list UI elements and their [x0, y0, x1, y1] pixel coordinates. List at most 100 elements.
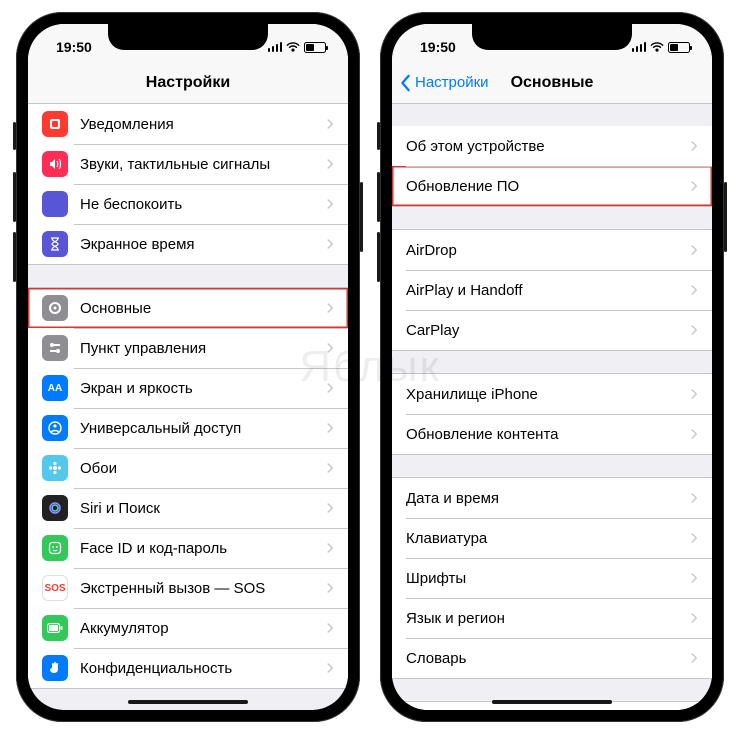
row-battery[interactable]: Аккумулятор — [28, 608, 348, 648]
battery-icon — [304, 42, 326, 53]
home-indicator[interactable] — [492, 700, 612, 704]
wifi-icon — [650, 40, 664, 54]
chevron-right-icon — [690, 572, 698, 584]
chevron-right-icon — [326, 542, 334, 554]
wifi-icon — [286, 40, 300, 54]
row-label: Конфиденциальность — [80, 660, 326, 677]
row-airplay[interactable]: AirPlay и Handoff — [392, 270, 712, 310]
row-faceid[interactable]: Face ID и код-пароль — [28, 528, 348, 568]
status-time: 19:50 — [56, 39, 92, 55]
back-button[interactable]: Настройки — [400, 74, 489, 92]
chevron-right-icon — [690, 140, 698, 152]
row-label: Обои — [80, 460, 326, 477]
row-label: Клавиатура — [406, 530, 690, 547]
row-storage[interactable]: Хранилище iPhone — [392, 374, 712, 414]
chevron-right-icon — [326, 382, 334, 394]
battery-icon — [668, 42, 690, 53]
row-label: AirPlay и Handoff — [406, 282, 690, 299]
row-label: Экран и яркость — [80, 380, 326, 397]
row-wallpaper[interactable]: Обои — [28, 448, 348, 488]
siri-icon — [42, 495, 68, 521]
phone-left: 19:50 Настройки Уведомления Звуки, тактил… — [16, 12, 360, 722]
phone-right: 19:50 Настройки Основные Об этом устройс… — [380, 12, 724, 722]
row-sounds[interactable]: Звуки, тактильные сигналы — [28, 144, 348, 184]
chevron-left-icon — [400, 74, 412, 92]
home-indicator[interactable] — [128, 700, 248, 704]
status-time: 19:50 — [420, 39, 456, 55]
chevron-right-icon — [690, 244, 698, 256]
row-label: Face ID и код-пароль — [80, 540, 326, 557]
row-dictionary[interactable]: Словарь — [392, 638, 712, 678]
row-label: Шрифты — [406, 570, 690, 587]
row-fonts[interactable]: Шрифты — [392, 558, 712, 598]
general-list[interactable]: Об этом устройстве Обновление ПО AirDrop Ai… — [392, 104, 712, 710]
chevron-right-icon — [326, 422, 334, 434]
row-carplay[interactable]: CarPlay — [392, 310, 712, 350]
row-privacy[interactable]: Конфиденциальность — [28, 648, 348, 688]
chevron-right-icon — [326, 238, 334, 250]
sounds-icon — [42, 151, 68, 177]
settings-list[interactable]: Уведомления Звуки, тактильные сигналы Не б… — [28, 104, 348, 710]
back-label: Настройки — [415, 74, 489, 91]
navbar: Настройки Основные — [392, 62, 712, 104]
page-title: Основные — [511, 74, 594, 92]
row-software-update[interactable]: Обновление ПО — [392, 166, 712, 206]
chevron-right-icon — [326, 342, 334, 354]
chevron-right-icon — [326, 502, 334, 514]
row-language[interactable]: Язык и регион — [392, 598, 712, 638]
row-dnd[interactable]: Не беспокоить — [28, 184, 348, 224]
chevron-right-icon — [690, 428, 698, 440]
chevron-right-icon — [326, 158, 334, 170]
display-icon: AA — [42, 375, 68, 401]
row-general[interactable]: Основные — [28, 288, 348, 328]
chevron-right-icon — [326, 302, 334, 314]
row-label: AirDrop — [406, 242, 690, 259]
row-screentime[interactable]: Экранное время — [28, 224, 348, 264]
row-notifications[interactable]: Уведомления — [28, 104, 348, 144]
page-title: Настройки — [146, 74, 230, 92]
notch — [472, 24, 632, 50]
row-label: Об этом устройстве — [406, 138, 690, 155]
row-label: Звуки, тактильные сигналы — [80, 156, 326, 173]
cellular-icon — [268, 42, 283, 52]
row-label: Дата и время — [406, 490, 690, 507]
row-label: Аккумулятор — [80, 620, 326, 637]
wallpaper-icon — [42, 455, 68, 481]
row-label: Уведомления — [80, 116, 326, 133]
row-label: Экстренный вызов — SOS — [80, 580, 326, 597]
row-background-refresh[interactable]: Обновление контента — [392, 414, 712, 454]
chevron-right-icon — [690, 612, 698, 624]
chevron-right-icon — [326, 622, 334, 634]
row-datetime[interactable]: Дата и время — [392, 478, 712, 518]
general-icon — [42, 295, 68, 321]
row-keyboard[interactable]: Клавиатура — [392, 518, 712, 558]
row-control-center[interactable]: Пункт управления — [28, 328, 348, 368]
chevron-right-icon — [326, 582, 334, 594]
row-label: Словарь — [406, 650, 690, 667]
row-label: Универсальный доступ — [80, 420, 326, 437]
chevron-right-icon — [690, 180, 698, 192]
chevron-right-icon — [326, 662, 334, 674]
row-label: Экранное время — [80, 236, 326, 253]
screentime-icon — [42, 231, 68, 257]
row-label: Обновление ПО — [406, 178, 690, 195]
cellular-icon — [632, 42, 647, 52]
chevron-right-icon — [690, 284, 698, 296]
row-label: Не беспокоить — [80, 196, 326, 213]
row-about[interactable]: Об этом устройстве — [392, 126, 712, 166]
row-siri[interactable]: Siri и Поиск — [28, 488, 348, 528]
chevron-right-icon — [326, 118, 334, 130]
chevron-right-icon — [690, 652, 698, 664]
row-label: Пункт управления — [80, 340, 326, 357]
chevron-right-icon — [326, 462, 334, 474]
row-airdrop[interactable]: AirDrop — [392, 230, 712, 270]
faceid-icon — [42, 535, 68, 561]
navbar: Настройки — [28, 62, 348, 104]
row-sos[interactable]: SOSЭкстренный вызов — SOS — [28, 568, 348, 608]
row-accessibility[interactable]: Универсальный доступ — [28, 408, 348, 448]
notch — [108, 24, 268, 50]
chevron-right-icon — [690, 388, 698, 400]
row-label: Основные — [80, 300, 326, 317]
row-display[interactable]: AA Экран и яркость — [28, 368, 348, 408]
chevron-right-icon — [690, 324, 698, 336]
